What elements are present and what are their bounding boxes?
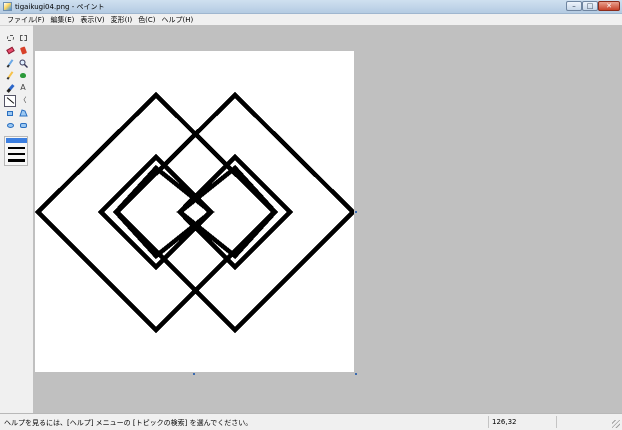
line-width-4[interactable] — [8, 159, 25, 162]
paint-app-icon[interactable] — [3, 2, 12, 11]
polygon-icon — [18, 109, 28, 117]
magnifier-tool[interactable] — [17, 57, 29, 69]
menu-view[interactable]: 表示(V) — [77, 15, 107, 25]
toolbox: A 〈 — [4, 32, 30, 166]
canvas-scroll-area[interactable] — [33, 25, 622, 413]
airbrush-icon — [5, 83, 15, 93]
free-select-tool[interactable] — [4, 32, 16, 44]
text-icon: A — [20, 83, 26, 92]
curve-tool[interactable]: 〈 — [17, 95, 29, 107]
pencil-tool[interactable] — [4, 70, 16, 82]
menu-file[interactable]: ファイル(F) — [4, 15, 48, 25]
brush-icon — [20, 73, 26, 78]
minimize-button[interactable]: – — [566, 1, 582, 11]
drawing-canvas[interactable] — [35, 51, 354, 372]
line-width-selector — [4, 136, 28, 166]
pencil-icon — [6, 71, 14, 80]
brush-tool[interactable] — [17, 70, 29, 82]
eyedropper-icon — [6, 58, 14, 68]
select-tool[interactable] — [17, 32, 29, 44]
magnifier-icon — [19, 59, 28, 68]
polygon-tool[interactable] — [17, 107, 29, 119]
curve-icon: 〈 — [19, 96, 27, 104]
menu-bar: ファイル(F) 編集(E) 表示(V) 変形(I) 色(C) ヘルプ(H) — [0, 14, 622, 25]
line-width-2[interactable] — [8, 147, 25, 149]
close-button[interactable]: ✕ — [598, 1, 620, 11]
status-bar: ヘルプを見るには、[ヘルプ] メニューの [トピックの検索] を選んでください。… — [0, 413, 622, 430]
menu-edit[interactable]: 編集(E) — [48, 15, 78, 25]
ellipse-icon — [6, 123, 14, 128]
window-title: tigaikugi04.png - ペイント — [15, 3, 105, 11]
cursor-coordinates: 126,32 — [492, 418, 517, 426]
resize-handle-bottom[interactable] — [193, 373, 195, 375]
text-tool[interactable]: A — [17, 82, 29, 94]
menu-colors[interactable]: 色(C) — [135, 15, 158, 25]
airbrush-tool[interactable] — [4, 82, 16, 94]
rounded-rect-icon — [19, 123, 27, 128]
status-separator — [488, 416, 489, 428]
line-tool[interactable] — [4, 94, 16, 107]
line-icon — [6, 97, 14, 104]
fill-bucket-icon — [19, 46, 27, 55]
drawing-content — [35, 91, 354, 334]
line-width-1[interactable] — [6, 138, 27, 143]
resize-grip[interactable] — [612, 420, 620, 428]
resize-handle-corner[interactable] — [355, 373, 357, 375]
rect-select-icon — [19, 35, 27, 41]
line-width-3[interactable] — [8, 153, 25, 155]
rectangle-icon — [7, 110, 13, 116]
title-bar[interactable]: tigaikugi04.png - ペイント – □ ✕ — [0, 0, 622, 14]
status-separator — [556, 416, 557, 428]
minimize-icon: – — [572, 1, 576, 10]
menu-image[interactable]: 変形(I) — [108, 15, 136, 25]
outer-diamond-right — [113, 91, 354, 334]
eraser-icon — [5, 46, 15, 55]
rectangle-tool[interactable] — [4, 107, 16, 119]
fill-tool[interactable] — [17, 45, 29, 57]
resize-handle-right[interactable] — [355, 211, 357, 213]
free-select-icon — [6, 35, 14, 41]
maximize-button[interactable]: □ — [582, 1, 598, 11]
eraser-tool[interactable] — [4, 45, 16, 57]
status-help-text: ヘルプを見るには、[ヘルプ] メニューの [トピックの検索] を選んでください。 — [4, 419, 253, 427]
pick-color-tool[interactable] — [4, 57, 16, 69]
rounded-rect-tool[interactable] — [17, 120, 29, 132]
ellipse-tool[interactable] — [4, 120, 16, 132]
outer-diamond-left — [35, 91, 278, 334]
maximize-icon: □ — [586, 1, 594, 10]
close-icon: ✕ — [606, 1, 612, 10]
menu-help[interactable]: ヘルプ(H) — [159, 15, 197, 25]
